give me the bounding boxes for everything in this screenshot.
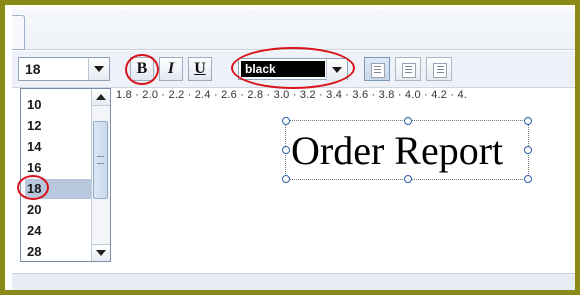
font-size-option[interactable]: 28	[25, 242, 95, 262]
font-size-option[interactable]: 10	[25, 95, 95, 115]
scroll-up-button[interactable]	[92, 89, 110, 106]
resize-handle[interactable]	[282, 175, 290, 183]
font-size-dropdown-button[interactable]	[88, 58, 109, 80]
align-right-icon	[433, 63, 447, 78]
scroll-thumb[interactable]	[93, 121, 108, 199]
italic-button[interactable]: I	[159, 57, 183, 81]
align-right-button[interactable]	[426, 57, 452, 81]
resize-handle[interactable]	[282, 146, 290, 154]
screenshot-frame: 18 B I U black 1.8 · 2.0 · 2.2 · 2.4 · 2…	[0, 0, 580, 295]
color-annotation-ellipse	[231, 47, 355, 89]
resize-handle[interactable]	[524, 117, 532, 125]
dropdown-scrollbar[interactable]	[91, 89, 110, 261]
resize-handle[interactable]	[404, 175, 412, 183]
align-center-button[interactable]	[395, 57, 421, 81]
scroll-down-icon	[96, 250, 106, 256]
scroll-grip-icon	[97, 156, 104, 164]
editor-window: 18 B I U black 1.8 · 2.0 · 2.2 · 2.4 · 2…	[12, 9, 575, 290]
underline-button[interactable]: U	[188, 57, 212, 81]
order-report-text-box[interactable]: Order Report	[282, 117, 532, 183]
scroll-down-button[interactable]	[92, 244, 110, 261]
font-size-option[interactable]: 20	[25, 200, 95, 220]
font-size-option[interactable]: 14	[25, 137, 95, 157]
resize-handle[interactable]	[282, 117, 290, 125]
align-left-button[interactable]	[364, 57, 390, 81]
resize-handle[interactable]	[404, 117, 412, 125]
scroll-up-icon	[96, 94, 106, 100]
font-size-combo[interactable]: 18	[18, 57, 110, 81]
align-left-icon	[371, 63, 385, 78]
resize-handle[interactable]	[524, 175, 532, 183]
text-box-content[interactable]: Order Report	[291, 129, 503, 173]
resize-handle[interactable]	[524, 146, 532, 154]
size-annotation-circle	[17, 175, 49, 200]
font-size-option[interactable]: 12	[25, 116, 95, 136]
bold-annotation-circle	[125, 54, 159, 85]
status-strip	[12, 273, 575, 290]
align-center-icon	[402, 63, 416, 78]
window-tab[interactable]	[12, 15, 25, 50]
title-strip	[12, 9, 575, 50]
dropdown-arrow-icon	[94, 66, 104, 72]
horizontal-ruler: 1.8 · 2.0 · 2.2 · 2.4 · 2.6 · 2.8 · 3.0 …	[116, 89, 468, 101]
font-size-value: 18	[25, 61, 41, 77]
font-size-option[interactable]: 24	[25, 221, 95, 241]
